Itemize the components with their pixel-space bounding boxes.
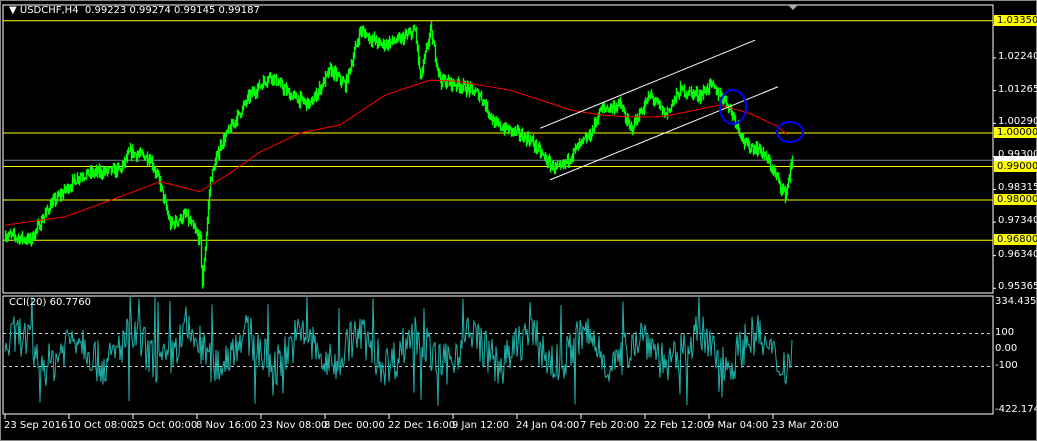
time-axis-label: 22 Feb 12:00	[644, 420, 710, 431]
cci-pane-border	[2, 295, 994, 415]
time-axis-label: 23 Mar 20:00	[772, 420, 839, 431]
price-axis-label: 1.01265	[998, 83, 1037, 95]
cci-axis-label: -100	[995, 359, 1018, 371]
price-axis-label: 0.96340	[998, 248, 1037, 260]
chart-header: ▼ USDCHF,H4 0.99223 0.99274 0.99145 0.99…	[9, 5, 260, 16]
time-axis-label: 22 Dec 16:00	[388, 420, 456, 431]
time-axis-label: 25 Oct 00:00	[132, 420, 198, 431]
time-axis-label: 9 Jan 12:00	[452, 420, 509, 431]
time-axis-label: 9 Mar 04:00	[708, 420, 769, 431]
main-pane-border	[2, 4, 994, 294]
price-axis-label: 1.02240	[998, 50, 1037, 62]
cci-header: CCI(20) 60.7760	[9, 297, 91, 308]
time-axis-label: 8 Nov 16:00	[196, 420, 258, 431]
time-axis-label: 23 Nov 08:00	[260, 420, 328, 431]
price-axis-label: 0.95365	[998, 281, 1037, 293]
highlight-ellipse[interactable]	[776, 120, 804, 143]
price-level-label: 1.00000	[994, 127, 1037, 138]
time-axis-label: 8 Dec 00:00	[324, 420, 385, 431]
channel-trendline[interactable]	[539, 39, 756, 129]
cci-line	[4, 295, 793, 406]
cci-axis-label: 334.4358	[995, 296, 1037, 307]
ohlc-values: 0.99223 0.99274 0.99145 0.99187	[84, 5, 260, 16]
symbol-label: USDCHF,H4	[19, 5, 79, 16]
price-level-label: 0.96800	[994, 234, 1037, 246]
time-axis-label: 24 Jan 04:00	[516, 420, 580, 431]
time-axis-label: 10 Oct 08:00	[68, 420, 134, 431]
time-axis-label: 23 Sep 2016	[4, 420, 68, 431]
price-axis-label: 0.97340	[998, 215, 1037, 227]
cci-axis-label: 0.00	[995, 343, 1018, 354]
price-axis-label: 1.00290	[998, 116, 1037, 128]
moving-average-line	[4, 79, 789, 226]
dropdown-arrow-icon[interactable]: ▼	[9, 5, 20, 16]
time-axis-label: 7 Feb 20:00	[580, 420, 640, 431]
price-level-label: 1.03350	[994, 14, 1037, 26]
chart-canvas[interactable]	[0, 0, 1037, 441]
price-level-label: 0.99000	[994, 160, 1037, 172]
price-axis-label: 0.98315	[998, 182, 1037, 194]
cci-axis-label: 100	[995, 326, 1015, 338]
price-level-label: 0.98000	[994, 194, 1037, 205]
cci-axis-label: -422.1749	[995, 404, 1037, 415]
shift-marker-icon[interactable]	[788, 5, 798, 10]
